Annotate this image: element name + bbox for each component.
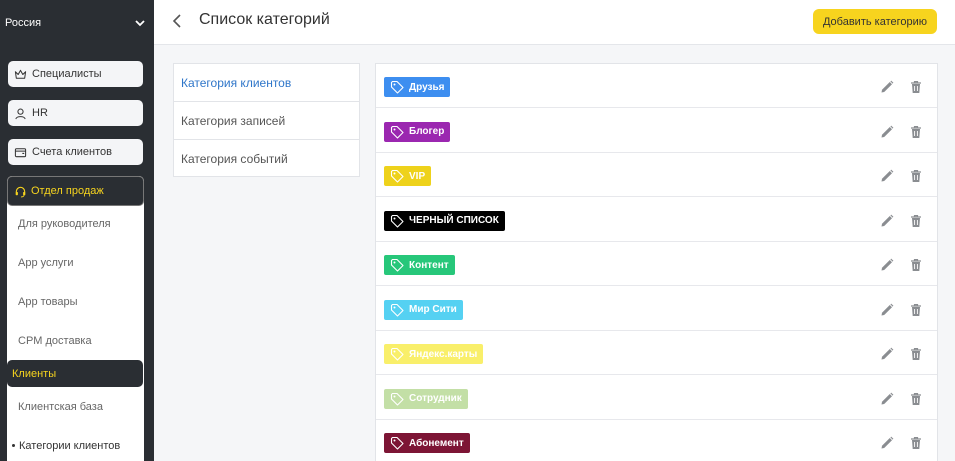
categories-list: Друзья Блогер VIP ЧЕРНЫЙ СПИСОК Контент <box>375 63 938 461</box>
category-row: Друзья <box>376 64 937 108</box>
edit-icon[interactable] <box>880 392 894 406</box>
category-name: VIP <box>409 170 426 182</box>
category-tag[interactable]: ЧЕРНЫЙ СПИСОК <box>384 210 505 231</box>
tag-icon <box>390 303 404 317</box>
category-name: Абонемент <box>409 437 464 449</box>
trash-icon[interactable] <box>909 303 923 317</box>
trash-icon[interactable] <box>909 347 923 361</box>
menu-item-cpm-delivery[interactable]: CPM доставка <box>18 335 92 347</box>
hr-button[interactable]: HR <box>8 100 143 126</box>
chevron-down-icon <box>135 19 145 26</box>
tag-icon <box>390 80 404 94</box>
edit-icon[interactable] <box>880 258 894 272</box>
tab-event-categories[interactable]: Категория событий <box>174 140 359 178</box>
edit-icon[interactable] <box>880 303 894 317</box>
category-name: Контент <box>409 259 449 271</box>
category-row: VIP <box>376 153 937 197</box>
category-tag[interactable]: Яндекс.карты <box>384 344 484 364</box>
category-tag[interactable]: Блогер <box>384 121 451 142</box>
tag-icon <box>390 258 404 272</box>
category-tag[interactable]: Контент <box>384 255 455 275</box>
trash-icon[interactable] <box>909 80 923 94</box>
category-tag[interactable]: Друзья <box>384 77 451 97</box>
category-name: Мир Сити <box>409 304 457 315</box>
page-title: Список категорий <box>199 11 330 28</box>
edit-icon[interactable] <box>880 125 894 139</box>
edit-icon[interactable] <box>880 169 894 183</box>
page-header: Список категорий Добавить категорию <box>154 0 955 45</box>
category-tag[interactable]: Абонемент <box>384 433 470 453</box>
category-tag[interactable]: Сотрудник <box>384 388 468 409</box>
specialists-label: Специалисты <box>32 68 102 80</box>
category-type-list: Категория клиентов Категория записей Кат… <box>173 63 360 177</box>
category-row: Мир Сити <box>376 287 937 331</box>
user-icon <box>15 108 26 119</box>
wallet-icon <box>14 147 27 157</box>
tag-icon <box>390 347 404 361</box>
sales-department-label: Отдел продаж <box>31 185 104 197</box>
category-row: Абонемент <box>376 420 937 461</box>
edit-icon[interactable] <box>880 436 894 450</box>
sales-department-header[interactable]: Отдел продаж <box>7 176 144 206</box>
region-selector[interactable]: Россия <box>0 0 154 45</box>
tag-icon <box>390 392 404 406</box>
region-label: Россия <box>5 16 42 29</box>
edit-icon[interactable] <box>880 80 894 94</box>
menu-item-app-products[interactable]: App товары <box>18 296 78 308</box>
client-accounts-button[interactable]: Счета клиентов <box>8 139 143 165</box>
category-name: Яндекс.карты <box>409 348 478 360</box>
tag-icon <box>390 125 404 139</box>
headset-icon <box>15 186 26 197</box>
category-row: Яндекс.карты <box>376 331 937 375</box>
edit-icon[interactable] <box>880 347 894 361</box>
tab-record-categories[interactable]: Категория записей <box>174 102 359 140</box>
tag-icon <box>390 436 404 450</box>
category-name: Друзья <box>409 81 445 93</box>
trash-icon[interactable] <box>909 258 923 272</box>
trash-icon[interactable] <box>909 169 923 183</box>
chevron-left-icon[interactable] <box>170 12 186 30</box>
menu-item-app-services[interactable]: App услуги <box>18 257 74 269</box>
crown-icon <box>14 69 27 79</box>
tab-client-categories[interactable]: Категория клиентов <box>174 64 359 102</box>
trash-icon[interactable] <box>909 125 923 139</box>
category-tag[interactable]: VIP <box>384 166 432 186</box>
menu-item-manager[interactable]: Для руководителя <box>18 218 111 230</box>
client-accounts-label: Счета клиентов <box>32 146 112 158</box>
sidebar: Россия Специалисты HR Счета клиентов Отд… <box>0 0 154 461</box>
category-name: ЧЕРНЫЙ СПИСОК <box>409 215 499 226</box>
hr-label: HR <box>32 107 48 119</box>
menu-item-client-base[interactable]: Клиентская база <box>18 401 103 413</box>
edit-icon[interactable] <box>880 214 894 228</box>
add-category-button[interactable]: Добавить категорию <box>813 9 937 34</box>
tag-icon <box>390 169 404 183</box>
tag-icon <box>390 214 404 228</box>
category-name: Блогер <box>409 126 445 137</box>
clients-section-header[interactable]: Клиенты <box>7 360 143 387</box>
trash-icon[interactable] <box>909 436 923 450</box>
category-tag[interactable]: Мир Сити <box>384 299 463 320</box>
clients-section-label: Клиенты <box>12 367 57 380</box>
active-dot <box>12 443 15 447</box>
specialists-button[interactable]: Специалисты <box>8 61 143 87</box>
category-name: Сотрудник <box>409 393 462 404</box>
trash-icon[interactable] <box>909 214 923 228</box>
category-row: Блогер <box>376 109 937 153</box>
category-row: Сотрудник <box>376 376 937 420</box>
trash-icon[interactable] <box>909 392 923 406</box>
sales-section: Отдел продаж Для руководителя App услуги… <box>7 176 144 461</box>
category-row: ЧЕРНЫЙ СПИСОК <box>376 198 937 242</box>
menu-item-client-categories-label: Категории клиентов <box>19 440 121 452</box>
category-row: Контент <box>376 242 937 286</box>
menu-item-client-categories[interactable]: Категории клиентов <box>12 440 120 452</box>
